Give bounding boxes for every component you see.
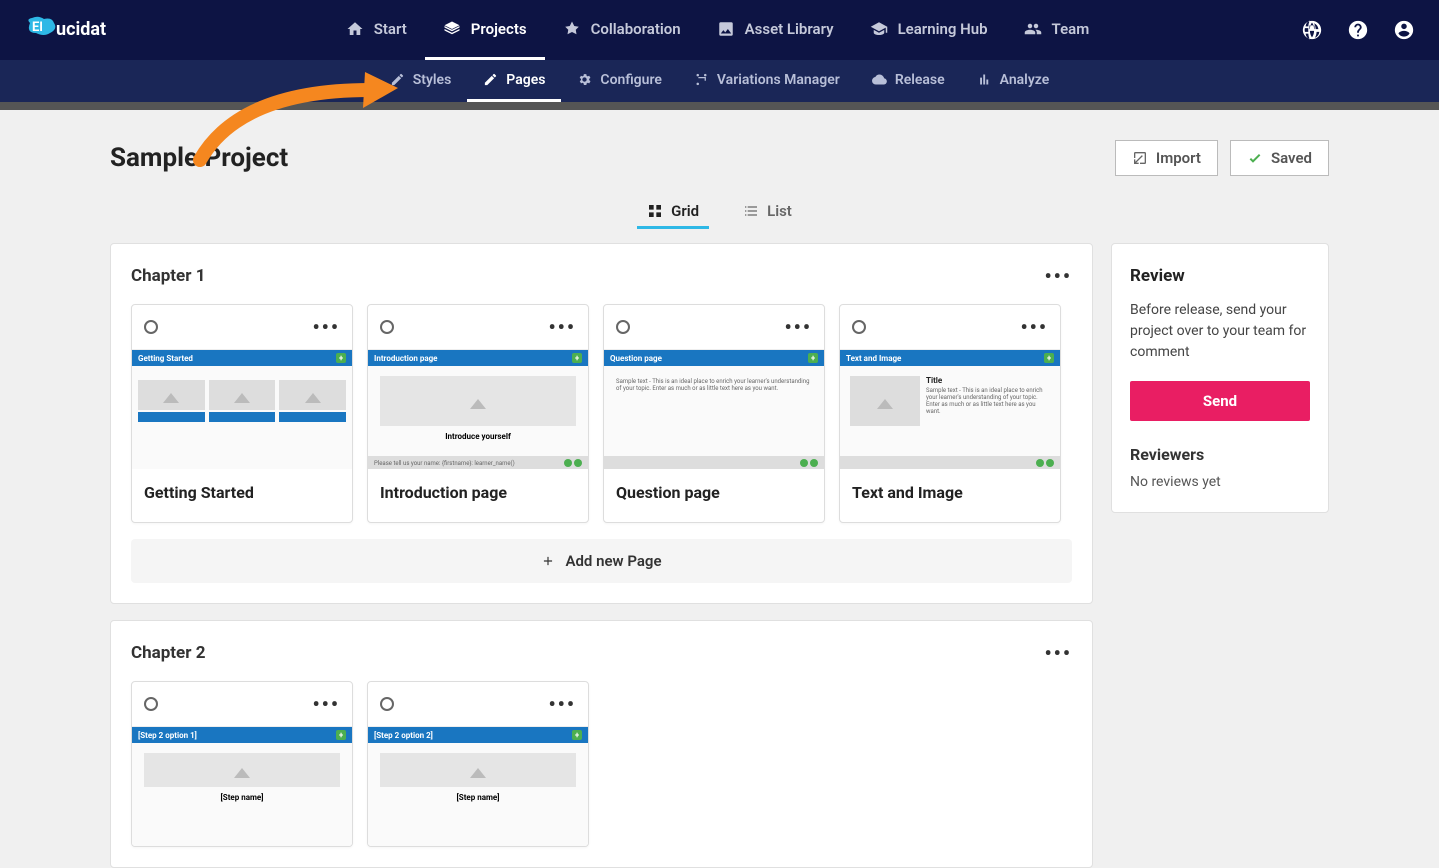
check-icon (1247, 150, 1263, 166)
chapter-card: Chapter 2 ••• ••• [Step 2 option 1]+ [St… (110, 620, 1093, 868)
topnav-start[interactable]: Start (328, 0, 425, 60)
select-radio[interactable] (144, 320, 158, 334)
hands-icon (563, 20, 581, 38)
chapter-more-icon[interactable]: ••• (1044, 641, 1072, 665)
reviewers-text: No reviews yet (1130, 474, 1310, 490)
page-more-icon[interactable]: ••• (312, 315, 340, 339)
logo[interactable]: El ucidat (24, 15, 134, 45)
topnav-team[interactable]: Team (1006, 0, 1108, 60)
import-button[interactable]: Import (1115, 140, 1218, 176)
chart-icon (977, 72, 992, 87)
page-more-icon[interactable]: ••• (1020, 315, 1048, 339)
topnav-collaboration[interactable]: Collaboration (545, 0, 699, 60)
image-icon (717, 20, 735, 38)
list-icon (743, 203, 759, 219)
home-icon (346, 20, 364, 38)
page-label: Question page (604, 469, 824, 522)
page-thumbnail: [Step 2 option 1]+ [Step name] (132, 726, 352, 846)
layers-icon (443, 20, 461, 38)
review-panel: Review Before release, send your project… (1111, 243, 1329, 513)
page-card[interactable]: ••• [Step 2 option 2]+ [Step name] (367, 681, 589, 847)
subnav-variations[interactable]: Variations Manager (678, 60, 856, 102)
page-card[interactable]: ••• [Step 2 option 1]+ [Step name] (131, 681, 353, 847)
page-card[interactable]: ••• Introduction page+ Introduce yoursel… (367, 304, 589, 523)
page-thumbnail: Text and Image+ TitleSample text - This … (840, 349, 1060, 469)
add-page-button[interactable]: Add new Page (131, 539, 1072, 583)
saved-button[interactable]: Saved (1230, 140, 1329, 176)
help-icon[interactable] (1347, 19, 1369, 41)
branch-icon (694, 72, 709, 87)
subnav-styles[interactable]: Styles (374, 60, 468, 102)
page-thumbnail: Getting Started+ (132, 349, 352, 469)
topnav-projects[interactable]: Projects (425, 0, 545, 60)
view-tabs: Grid List (0, 196, 1439, 229)
team-icon (1024, 20, 1042, 38)
svg-text:El: El (32, 20, 43, 35)
reviewers-title: Reviewers (1130, 445, 1310, 464)
topnav-asset-library[interactable]: Asset Library (699, 0, 852, 60)
subnav-pages[interactable]: Pages (467, 60, 561, 102)
page-thumbnail: Question page+ Sample text - This is an … (604, 349, 824, 469)
page-header: Sample Project Import Saved (0, 110, 1439, 196)
edit-icon (483, 72, 498, 87)
select-radio[interactable] (380, 697, 394, 711)
page-label: Getting Started (132, 469, 352, 522)
subnav-analyze[interactable]: Analyze (961, 60, 1066, 102)
page-more-icon[interactable]: ••• (312, 692, 340, 716)
divider (0, 102, 1439, 110)
top-icons (1301, 19, 1415, 41)
page-title: Sample Project (110, 143, 288, 173)
plus-icon (541, 554, 555, 568)
subnav-release[interactable]: Release (856, 60, 961, 102)
grid-icon (647, 203, 663, 219)
content: Chapter 1 ••• ••• Getting Started+ Getti… (0, 243, 1439, 868)
svg-text:ucidat: ucidat (56, 19, 106, 40)
page-more-icon[interactable]: ••• (548, 315, 576, 339)
chapter-more-icon[interactable]: ••• (1044, 264, 1072, 288)
topbar: El ucidat Start Projects Collaboration As… (0, 0, 1439, 60)
chapter-title: Chapter 2 (131, 643, 205, 663)
view-tab-grid[interactable]: Grid (637, 196, 709, 229)
topnav: Start Projects Collaboration Asset Libra… (328, 0, 1108, 60)
chapter-title: Chapter 1 (131, 266, 205, 286)
cloud-icon (872, 72, 887, 87)
chapters: Chapter 1 ••• ••• Getting Started+ Getti… (110, 243, 1093, 868)
page-more-icon[interactable]: ••• (784, 315, 812, 339)
review-text: Before release, send your project over t… (1130, 300, 1310, 363)
pencil-icon (390, 72, 405, 87)
page-label: Text and Image (840, 469, 1060, 522)
gear-icon (577, 72, 592, 87)
page-card[interactable]: ••• Getting Started+ Getting Started (131, 304, 353, 523)
graduation-icon (870, 20, 888, 38)
globe-icon[interactable] (1301, 19, 1323, 41)
header-buttons: Import Saved (1115, 140, 1329, 176)
subnav: Styles Pages Configure Variations Manage… (0, 60, 1439, 102)
page-thumbnail: [Step 2 option 2]+ [Step name] (368, 726, 588, 846)
page-more-icon[interactable]: ••• (548, 692, 576, 716)
select-radio[interactable] (616, 320, 630, 334)
review-title: Review (1130, 266, 1310, 286)
page-thumbnail: Introduction page+ Introduce yourselfPle… (368, 349, 588, 469)
select-radio[interactable] (380, 320, 394, 334)
chapter-card: Chapter 1 ••• ••• Getting Started+ Getti… (110, 243, 1093, 604)
topnav-learning-hub[interactable]: Learning Hub (852, 0, 1006, 60)
subnav-configure[interactable]: Configure (561, 60, 677, 102)
import-icon (1132, 150, 1148, 166)
select-radio[interactable] (852, 320, 866, 334)
view-tab-list[interactable]: List (733, 196, 802, 229)
page-card[interactable]: ••• Question page+ Sample text - This is… (603, 304, 825, 523)
select-radio[interactable] (144, 697, 158, 711)
page-card[interactable]: ••• Text and Image+ TitleSample text - T… (839, 304, 1061, 523)
send-button[interactable]: Send (1130, 381, 1310, 421)
page-label: Introduction page (368, 469, 588, 522)
user-icon[interactable] (1393, 19, 1415, 41)
